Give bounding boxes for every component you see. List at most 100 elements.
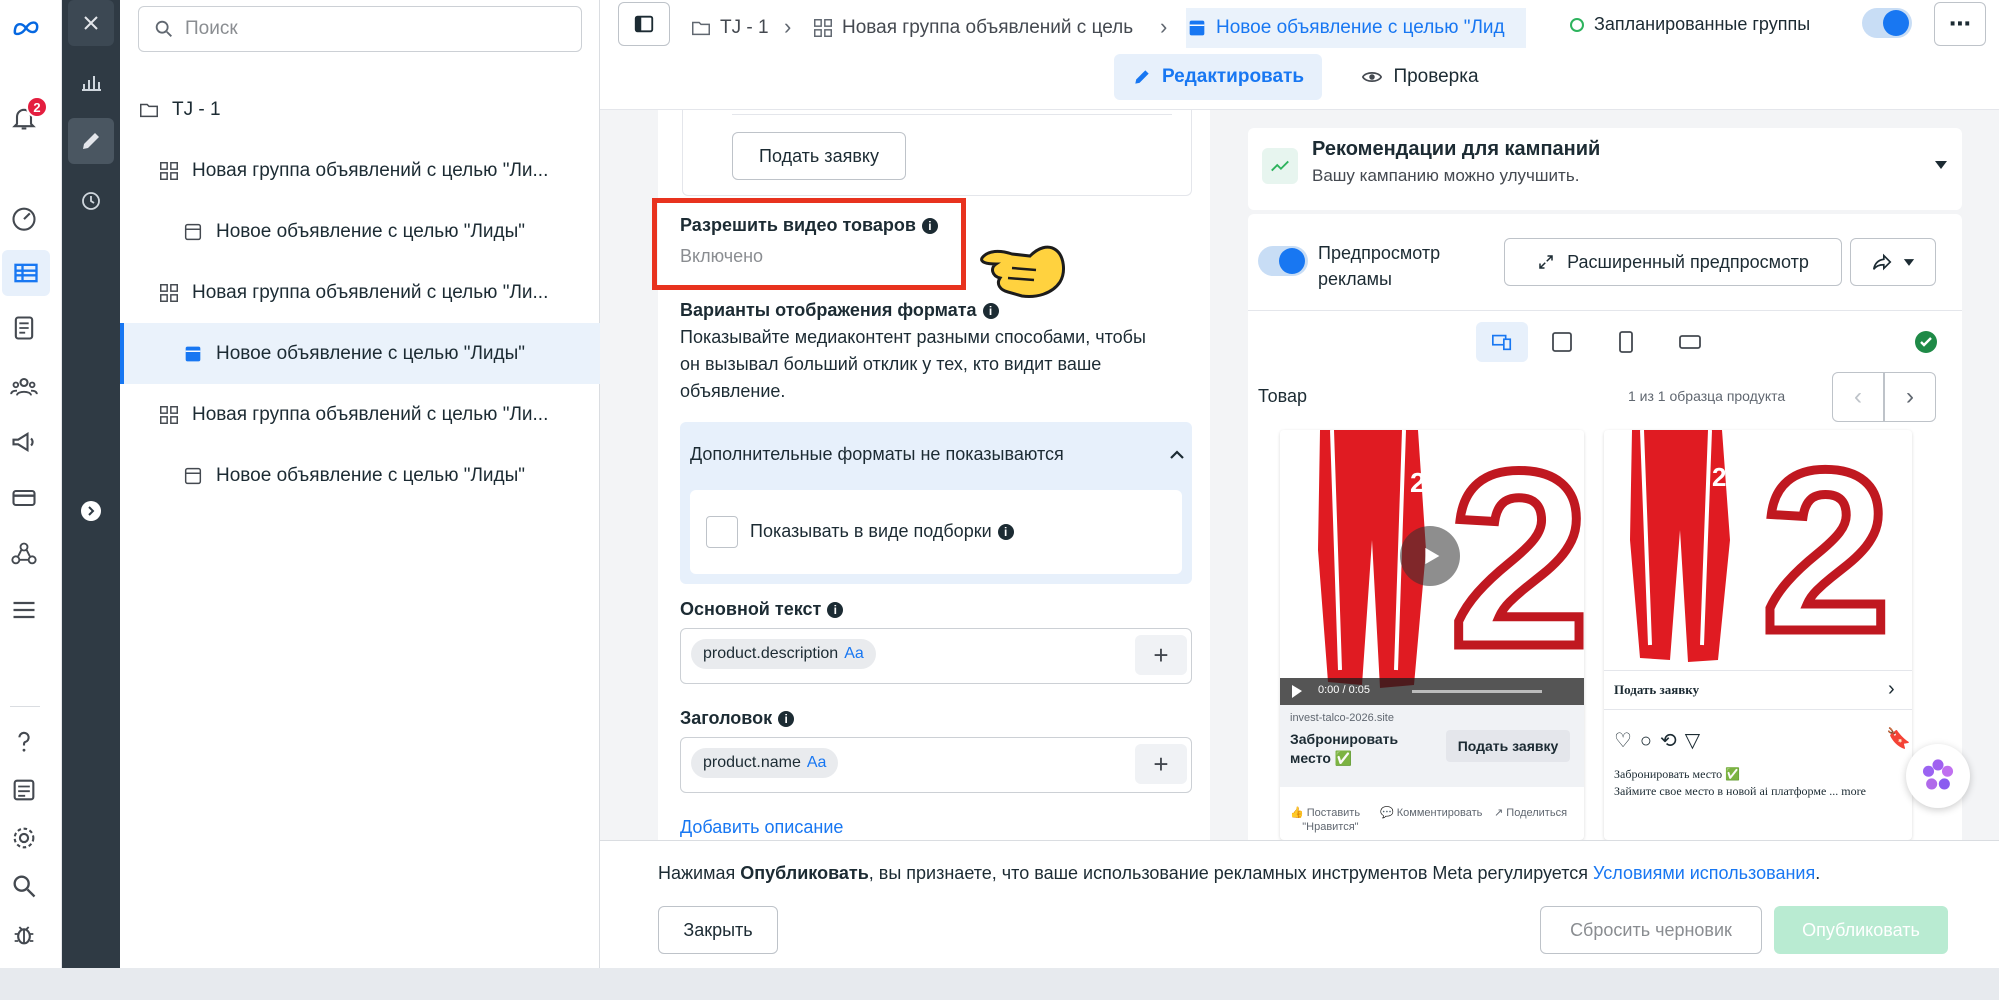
close-button[interactable]: Закрыть	[658, 906, 778, 954]
breadcrumb-ad[interactable]: Новое объявление с целью "Лид	[1186, 8, 1526, 48]
pages-icon[interactable]	[8, 312, 40, 344]
submit-application-button[interactable]: Подать заявку	[732, 132, 906, 180]
news-icon[interactable]	[8, 774, 40, 806]
feed-square-icon[interactable]	[1550, 330, 1574, 354]
tab-review[interactable]: Проверка	[1330, 54, 1510, 100]
tree-item-ad[interactable]: Новое объявление с целью "Лиды"	[120, 445, 600, 506]
next-sample-button[interactable]: ›	[1884, 372, 1936, 422]
sample-count: 1 из 1 образца продукта	[1628, 388, 1786, 404]
recommendations-title: Рекомендации для кампаний	[1312, 138, 1601, 160]
close-icon[interactable]	[68, 0, 114, 46]
tab-edit-label: Редактировать	[1161, 66, 1305, 87]
ig-action-icons[interactable]: ♡○⟲▽	[1614, 728, 1708, 753]
meta-logo-icon[interactable]	[6, 10, 46, 46]
fb-comment-button[interactable]: 💬 Комментировать	[1380, 806, 1482, 819]
prev-sample-button[interactable]: ‹	[1832, 372, 1884, 422]
instagram-feed-preview: 2 2 Подать заявку › ♡○⟲▽ 🔖 Забронировать…	[1604, 430, 1912, 840]
search-icon[interactable]	[8, 870, 40, 902]
card-divider	[732, 114, 1172, 115]
menu-icon[interactable]	[8, 594, 40, 626]
ig-cta-label: Подать заявку	[1614, 682, 1700, 697]
ad-form: Подать заявку Разрешить видео товаров i В…	[652, 110, 1210, 840]
primary-text-label: Основной текст i	[680, 599, 844, 620]
caret-down-icon[interactable]	[1934, 160, 1948, 170]
fb-share-button[interactable]: ↗ Поделиться	[1494, 806, 1567, 819]
breadcrumb-campaign[interactable]: TJ - 1	[690, 8, 770, 48]
add-primary-text-button[interactable]: +	[1135, 635, 1187, 675]
primary-text-field[interactable]: product.description Aa +	[680, 628, 1192, 684]
tree-item-ad[interactable]: Новое объявление с целью "Лиды"	[120, 201, 600, 262]
pointing-hand-icon	[980, 245, 1065, 298]
settings-icon[interactable]	[8, 822, 40, 854]
chart-icon[interactable]	[68, 60, 114, 106]
grid-icon	[160, 405, 178, 424]
tree-item-adset[interactable]: Новая группа объявлений с целью "Ли...	[120, 384, 600, 445]
share-dropdown-button[interactable]	[1850, 238, 1936, 286]
history-clock-icon[interactable]	[68, 178, 114, 224]
bug-icon[interactable]	[8, 918, 40, 950]
collection-checkbox[interactable]	[706, 516, 738, 548]
device-all-icon[interactable]	[1476, 322, 1528, 362]
flower-icon	[1922, 759, 1954, 790]
help-icon[interactable]	[8, 726, 40, 758]
product-video[interactable]: 2 2 0:00 / 0:05	[1280, 430, 1584, 705]
play-icon[interactable]	[1400, 526, 1460, 586]
ad-icon	[1189, 20, 1205, 36]
fb-like-button[interactable]: 👍 Поставить "Нравится"	[1290, 806, 1360, 834]
fb-cta-button[interactable]: Подать заявку	[1446, 730, 1570, 762]
ig-caption: Забронировать место ✅ Займите свое место …	[1614, 767, 1866, 798]
publish-button[interactable]: Опубликовать	[1774, 906, 1948, 954]
grid-icon	[160, 283, 178, 302]
fb-title: Забронировать место ✅	[1290, 731, 1399, 766]
share-icon	[1872, 253, 1892, 271]
tree-item-ad-selected[interactable]: Новое объявление с целью "Лиды"	[120, 323, 600, 384]
expand-chevron-icon[interactable]	[68, 488, 114, 534]
advanced-preview-button[interactable]: Расширенный предпросмотр	[1504, 238, 1842, 286]
tree-item-adset[interactable]: Новая группа объявлений с целью "Ли...	[120, 140, 600, 201]
facebook-feed-preview: 2 2 0:00 / 0:05 invest-talco-2026.site З…	[1280, 430, 1584, 840]
dashboard-icon[interactable]	[8, 202, 40, 234]
terms-link[interactable]: Условиями использования	[1593, 863, 1815, 883]
landscape-icon[interactable]	[1678, 330, 1702, 354]
recommendations-card[interactable]: Рекомендации для кампаний Вашу кампанию …	[1248, 128, 1962, 210]
more-options-button[interactable]: ⋯	[1934, 2, 1986, 46]
caret-down-icon	[1903, 258, 1915, 266]
add-description-link[interactable]: Добавить описание	[680, 817, 843, 838]
chevron-up-icon[interactable]	[1168, 448, 1186, 462]
add-headline-button[interactable]: +	[1135, 744, 1187, 784]
footer: Нажимая Опубликовать, вы признаете, что …	[600, 840, 1999, 968]
info-icon: i	[921, 218, 938, 234]
story-vertical-icon[interactable]	[1614, 330, 1638, 354]
format-options-desc-3: объявление.	[680, 381, 786, 401]
tree-item-label: TJ - 1	[172, 98, 221, 120]
reset-draft-button[interactable]: Сбросить черновик	[1540, 906, 1762, 954]
ad-preview-toggle[interactable]	[1258, 246, 1308, 276]
tab-edit[interactable]: Редактировать	[1114, 54, 1322, 100]
ai-assistant-button[interactable]	[1906, 744, 1970, 808]
megaphone-icon[interactable]	[8, 426, 40, 458]
extra-formats-header[interactable]: Дополнительные форматы не показываются	[690, 444, 1064, 465]
format-options-desc-1: Показывайте медиаконтент разными способа…	[680, 327, 1146, 347]
headline-field[interactable]: product.name Aa +	[680, 737, 1192, 793]
network-icon[interactable]	[8, 538, 40, 570]
rail-divider	[10, 706, 40, 707]
toggle-panel-button[interactable]	[618, 2, 670, 46]
breadcrumb-adset[interactable]: Новая группа объявлений с цель	[812, 8, 1147, 48]
bottom-strip	[0, 968, 1999, 1000]
audience-icon[interactable]	[8, 370, 40, 402]
primary-text-chip[interactable]: product.description Aa	[691, 639, 876, 669]
tree-item-adset[interactable]: Новая группа объявлений с целью "Ли...	[120, 262, 600, 323]
table-icon[interactable]	[2, 250, 50, 296]
scheduled-groups[interactable]: Запланированные группы	[1570, 14, 1810, 35]
tree-item-label: Новая группа объявлений с целью "Ли...	[192, 159, 549, 181]
headline-chip[interactable]: product.name Aa	[691, 748, 839, 778]
edit-pencil-icon[interactable]	[68, 118, 114, 164]
video-time: 0:00 / 0:05	[1318, 684, 1370, 696]
search-input[interactable]: Поиск	[138, 6, 582, 52]
scheduled-toggle[interactable]	[1862, 8, 1912, 38]
ig-bookmark-icon[interactable]: 🔖	[1886, 726, 1911, 751]
tree-item-campaign[interactable]: TJ - 1	[120, 79, 600, 140]
billing-icon[interactable]	[8, 482, 40, 514]
app-rail: 2	[0, 0, 62, 968]
product-label: Товар	[1258, 386, 1307, 406]
